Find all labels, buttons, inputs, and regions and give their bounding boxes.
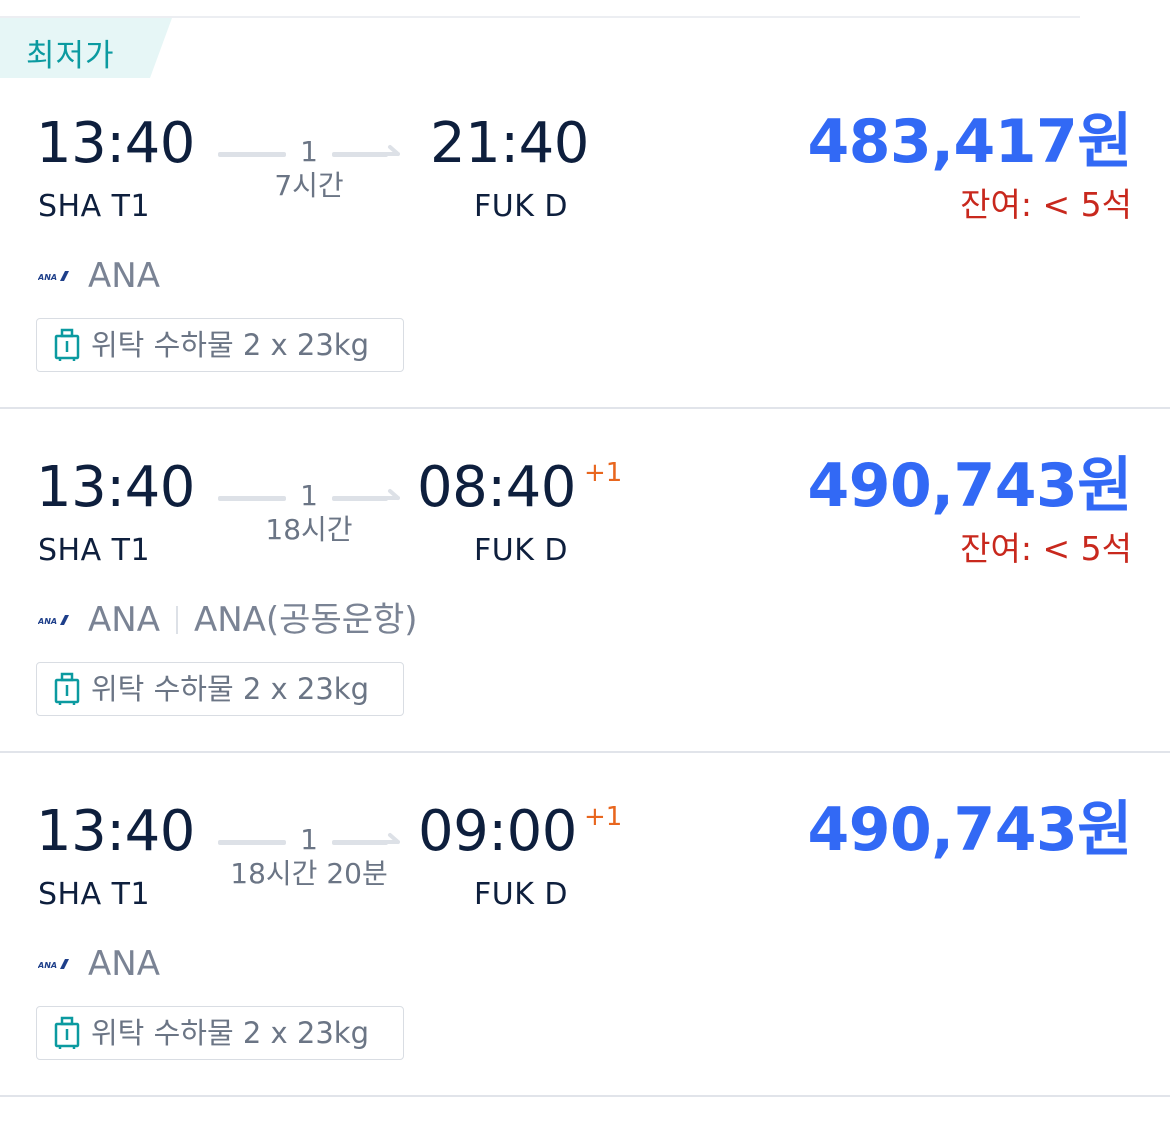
route-line-left: [218, 840, 286, 845]
svg-text:ANA: ANA: [38, 961, 57, 970]
baggage-tag: 위탁 수하물 2 x 23kg: [36, 318, 404, 372]
lowest-price-badge: 최저가: [0, 18, 172, 78]
baggage-text: 위탁 수하물 2 x 23kg: [91, 671, 369, 706]
flight-card[interactable]: 13:40 SHA T1 1 18시간 20분 09:00 +1 FUK D 4…: [0, 799, 1170, 1123]
flight-duration: 18시간 20분: [230, 857, 388, 890]
baggage-tag: 위탁 수하물 2 x 23kg: [36, 1006, 404, 1060]
departure-airport: SHA T1: [38, 877, 151, 912]
route-line-right: [332, 496, 388, 501]
airline-row: ANA ANA ANA(공동운항): [38, 600, 418, 640]
airline-name: ANA: [88, 600, 160, 640]
badge-label: 최저가: [26, 38, 115, 74]
arrival-airport: FUK D: [474, 189, 569, 224]
card-divider: [0, 407, 1170, 409]
baggage-tag: 위탁 수하물 2 x 23kg: [36, 662, 404, 716]
departure-airport: SHA T1: [38, 189, 151, 224]
airline-row: ANA ANA: [38, 256, 160, 296]
day-offset: +1: [584, 802, 623, 832]
airline-name: ANA: [88, 944, 160, 984]
stops-count: 1: [300, 479, 318, 512]
baggage-text: 위탁 수하물 2 x 23kg: [91, 1015, 369, 1050]
departure-time: 13:40: [36, 455, 195, 520]
airline-divider: [175, 606, 178, 634]
price: 490,743원: [807, 795, 1133, 865]
luggage-icon: [54, 328, 80, 361]
route-line-right: [332, 152, 388, 157]
price: 490,743원: [807, 451, 1133, 521]
route-line-left: [218, 152, 286, 157]
flight-duration: 7시간: [274, 169, 344, 202]
seats-left: 잔여: < 5석: [960, 529, 1132, 568]
day-offset: +1: [584, 458, 623, 488]
departure-time: 13:40: [36, 111, 195, 176]
route-indicator: 1 18시간: [218, 482, 400, 562]
arrow-right-icon: [382, 833, 400, 844]
luggage-icon: [54, 672, 80, 705]
route-indicator: 1 7시간: [218, 138, 400, 218]
ana-logo-icon: ANA: [38, 615, 69, 626]
arrival-airport: FUK D: [474, 877, 569, 912]
seats-left: 잔여: < 5석: [960, 185, 1132, 224]
luggage-icon: [54, 1016, 80, 1049]
arrival-time: 21:40: [430, 111, 589, 176]
price: 483,417원: [807, 107, 1133, 177]
route-line-left: [218, 496, 286, 501]
departure-airport: SHA T1: [38, 533, 151, 568]
airline-row: ANA ANA: [38, 944, 160, 984]
card-divider: [0, 1095, 1170, 1097]
route-indicator: 1 18시간 20분: [218, 826, 400, 906]
arrival-time: 09:00: [418, 799, 577, 864]
arrival-airport: FUK D: [474, 533, 569, 568]
baggage-text: 위탁 수하물 2 x 23kg: [91, 327, 369, 362]
card-divider: [0, 751, 1170, 753]
stops-count: 1: [300, 823, 318, 856]
departure-time: 13:40: [36, 799, 195, 864]
ana-logo-icon: ANA: [38, 271, 69, 282]
codeshare-name: ANA(공동운항): [193, 600, 418, 640]
flight-duration: 18시간: [265, 513, 353, 546]
route-line-right: [332, 840, 388, 845]
svg-text:ANA: ANA: [38, 617, 57, 626]
arrival-time: 08:40: [417, 455, 576, 520]
svg-text:ANA: ANA: [38, 273, 57, 282]
arrow-right-icon: [382, 489, 400, 500]
arrow-right-icon: [382, 145, 400, 156]
airline-name: ANA: [88, 256, 160, 296]
ana-logo-icon: ANA: [38, 959, 69, 970]
stops-count: 1: [300, 135, 318, 168]
